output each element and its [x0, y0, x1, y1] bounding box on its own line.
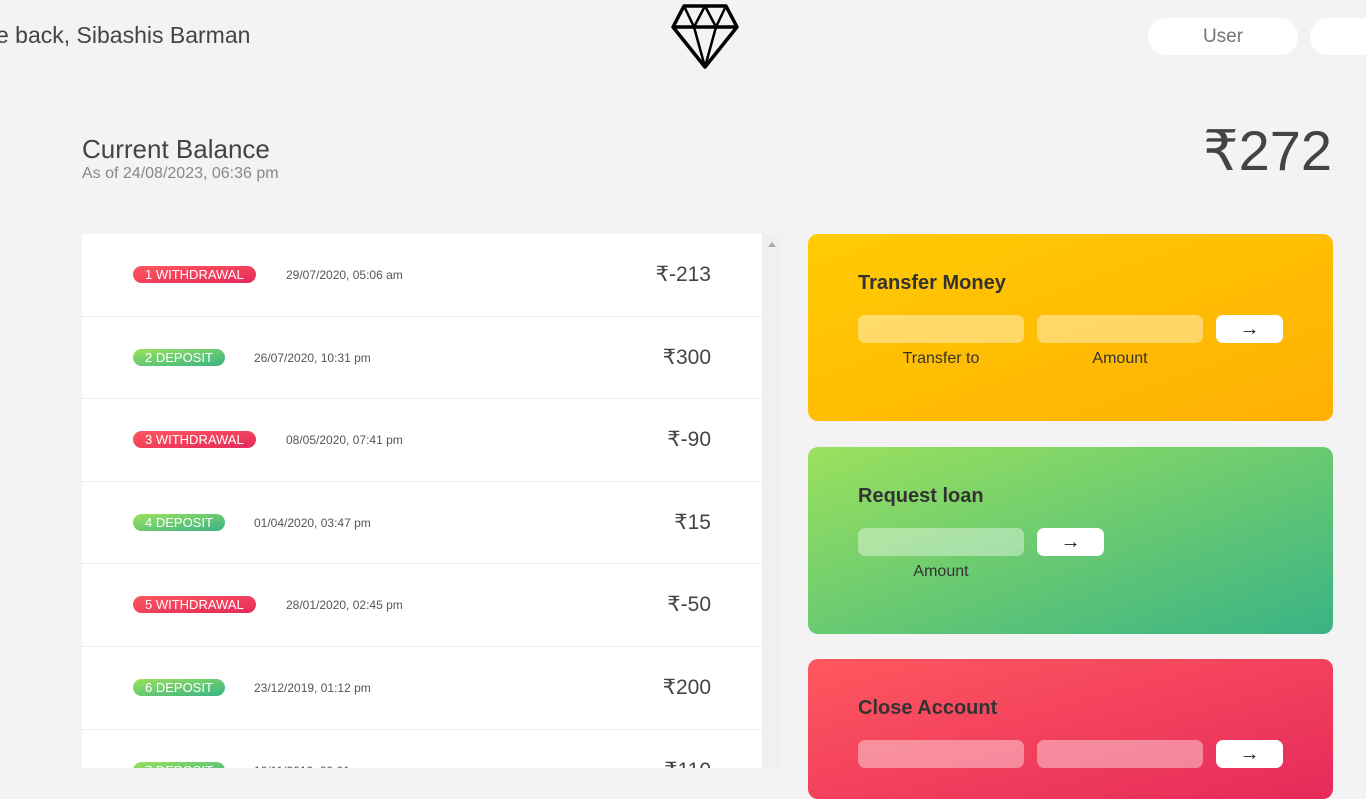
pin-input[interactable] [1310, 18, 1366, 55]
movement-amount: ₹-50 [667, 593, 711, 617]
close-user-input[interactable] [858, 740, 1024, 768]
transfer-to-input[interactable] [858, 315, 1024, 343]
movement-row: 6 deposit 23/12/2019, 01:12 pm ₹200 [82, 647, 762, 730]
movement-amount: ₹300 [662, 345, 711, 369]
movement-type-badge: 7 deposit [133, 761, 225, 768]
movement-row: 4 deposit 01/04/2020, 03:47 pm ₹15 [82, 482, 762, 565]
movement-type-badge: 4 deposit [133, 513, 225, 531]
movement-date: 29/07/2020, 05:06 am [286, 268, 403, 282]
movements-list[interactable]: 1 withdrawal 29/07/2020, 05:06 am ₹-213 2… [82, 234, 762, 768]
movement-type-badge: 2 deposit [133, 348, 225, 366]
movement-date: 28/01/2020, 02:45 pm [286, 598, 403, 613]
movement-type-badge: 1 withdrawal [133, 266, 256, 283]
movement-date: 23/12/2019, 01:12 pm [254, 680, 371, 695]
close-button[interactable]: → [1216, 740, 1283, 768]
close-pin-input[interactable] [1037, 740, 1203, 768]
transfer-to-label: Transfer to [902, 350, 980, 367]
movement-date: 01/04/2020, 03:47 pm [254, 515, 371, 530]
movement-type-badge: 6 deposit [133, 678, 225, 696]
movement-row: 1 withdrawal 29/07/2020, 05:06 am ₹-213 [82, 234, 762, 317]
close-panel: Close Account → [808, 659, 1333, 799]
movement-row: 5 withdrawal 28/01/2020, 02:45 pm ₹-50 [82, 564, 762, 647]
loan-title: Request loan [858, 485, 984, 507]
movement-date: 10/11/2019, 09:01 [254, 764, 350, 768]
loan-panel: Request loan → Amount [808, 447, 1333, 634]
diamond-icon [670, 3, 740, 74]
transfer-panel: Transfer Money → Transfer to Amount [808, 234, 1333, 421]
scroll-up-icon[interactable] [768, 242, 776, 247]
movement-row: 3 withdrawal 08/05/2020, 07:41 pm ₹-90 [82, 399, 762, 482]
movement-row: 7 deposit 10/11/2019, 09:01 ₹110 [82, 730, 762, 768]
movement-amount: ₹15 [674, 510, 711, 534]
movement-type-badge: 3 withdrawal [133, 431, 256, 449]
transfer-title: Transfer Money [858, 272, 1006, 294]
movement-amount: ₹-90 [667, 428, 711, 452]
close-title: Close Account [858, 697, 998, 719]
balance-label: Current Balance [82, 134, 270, 164]
scrollbar[interactable] [762, 234, 782, 768]
movement-type-badge: 5 withdrawal [133, 596, 256, 614]
loan-amount-input[interactable] [858, 528, 1024, 556]
movement-row: 2 deposit 26/07/2020, 10:31 pm ₹300 [82, 317, 762, 400]
transfer-amount-input[interactable] [1037, 315, 1203, 343]
user-input[interactable] [1148, 18, 1298, 55]
movement-amount: ₹110 [664, 758, 711, 768]
welcome-message: e back, Sibashis Barman [0, 22, 251, 48]
movement-amount: ₹-213 [655, 263, 711, 286]
transfer-amount-label: Amount [1092, 350, 1148, 367]
balance-value: ₹272 [1202, 119, 1332, 182]
movement-date: 08/05/2020, 07:41 pm [286, 433, 403, 448]
transfer-button[interactable]: → [1216, 315, 1283, 343]
movement-date: 26/07/2020, 10:31 pm [254, 350, 371, 365]
loan-button[interactable]: → [1037, 528, 1104, 556]
loan-amount-label: Amount [913, 563, 969, 580]
movement-amount: ₹200 [662, 675, 711, 699]
balance-date: As of 24/08/2023, 06:36 pm [82, 165, 279, 182]
